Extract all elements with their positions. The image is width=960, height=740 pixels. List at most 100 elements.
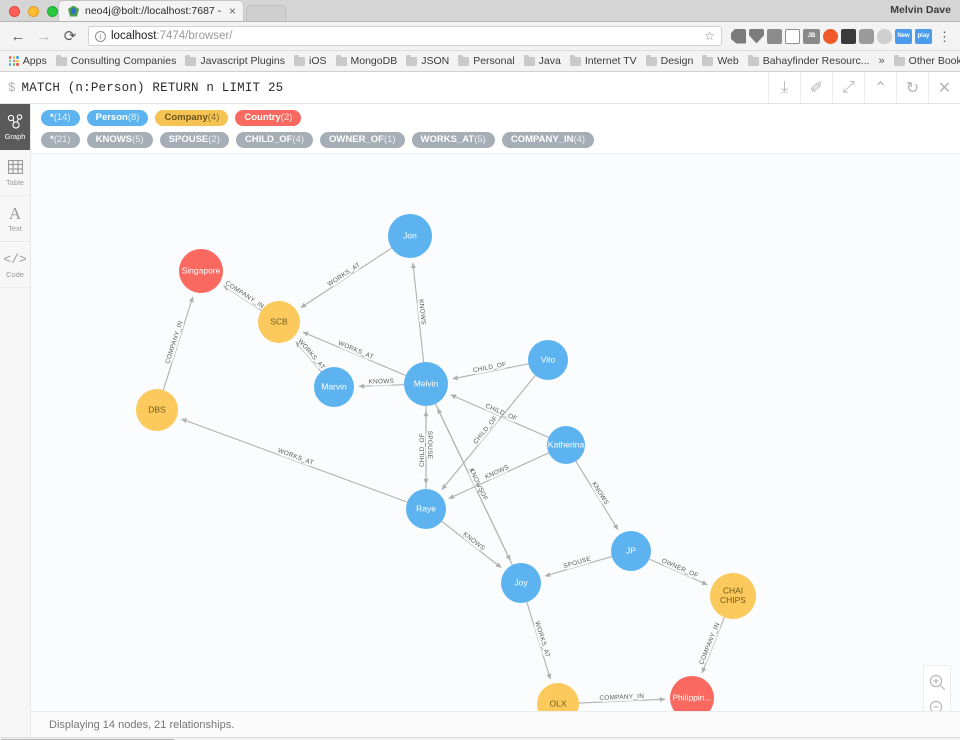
- bookmark-item[interactable]: Java: [520, 54, 565, 68]
- bookmark-label: Design: [660, 55, 694, 67]
- node-label: Vito: [541, 354, 556, 364]
- neo4j-favicon: [68, 6, 79, 17]
- folder-icon: [645, 54, 657, 66]
- graph-canvas-area[interactable]: *(14) Person(8) Company(4) Country(2) *(…: [31, 104, 960, 737]
- bookmark-star-icon[interactable]: ☆: [704, 29, 715, 43]
- bookmark-item[interactable]: Personal: [454, 54, 518, 68]
- bookmark-label: MongoDB: [350, 55, 398, 67]
- view-tab-rail: Graph Table A Text </> Code: [0, 104, 31, 737]
- legend-node-all[interactable]: *(14): [41, 110, 80, 126]
- tab-code[interactable]: </> Code: [0, 242, 30, 288]
- graph-edge[interactable]: [450, 394, 549, 438]
- address-bar[interactable]: i localhost:7474/browser/ ☆: [88, 26, 722, 46]
- legend-count: (14): [53, 112, 71, 123]
- graph-node[interactable]: Melvin: [404, 362, 448, 406]
- bookmark-apps[interactable]: Apps: [5, 54, 51, 68]
- graph-node[interactable]: Jon: [388, 214, 432, 258]
- graph-node[interactable]: JP: [611, 531, 651, 571]
- graph-node[interactable]: Raye: [406, 489, 446, 529]
- tab-graph[interactable]: Graph: [0, 104, 30, 150]
- node-legend-row: *(14) Person(8) Company(4) Country(2): [41, 110, 952, 126]
- graph-node[interactable]: Joy: [501, 563, 541, 603]
- contract-icon[interactable]: ⤢: [832, 72, 864, 103]
- cypher-editor-bar: $ MATCH (n:Person) RETURN n LIMIT 25 ⤓ ✐…: [0, 72, 960, 104]
- bookmark-item[interactable]: Web: [698, 54, 742, 68]
- graph-node[interactable]: DBS: [136, 389, 178, 431]
- bookmarks-overflow-icon[interactable]: »: [875, 55, 889, 67]
- jb-extension-icon[interactable]: JB: [803, 28, 820, 44]
- legend-node-country[interactable]: Country(2): [235, 110, 302, 126]
- legend-rel-child-of[interactable]: CHILD_OF(4): [235, 132, 314, 148]
- node-label: DBS: [148, 404, 166, 414]
- graph-visualization[interactable]: COMPANY_INCOMPANY_INWORKS_ATWORKS_AT WORK…: [31, 104, 960, 737]
- graph-node[interactable]: Singapore: [179, 249, 223, 293]
- cypher-query-text[interactable]: MATCH (n:Person) RETURN n LIMIT 25: [22, 81, 284, 95]
- chevron-up-icon[interactable]: ⌃: [864, 72, 896, 103]
- bookmark-item[interactable]: Bahayfinder Resourc...: [744, 54, 874, 68]
- browser-tab-neo4j[interactable]: neo4j@bolt://localhost:7687 - ×: [58, 0, 244, 21]
- legend-node-company[interactable]: Company(4): [155, 110, 229, 126]
- graph-node[interactable]: CHAICHIPS: [710, 573, 756, 619]
- bookmark-item[interactable]: Internet TV: [566, 54, 641, 68]
- cloud-extension-icon[interactable]: [877, 28, 892, 44]
- shield-extension-icon[interactable]: [749, 28, 764, 44]
- crop-extension-icon[interactable]: [785, 28, 800, 44]
- maximize-window-button[interactable]: [47, 6, 58, 17]
- pin-icon[interactable]: ✐: [800, 72, 832, 103]
- tab-close-icon[interactable]: ×: [229, 5, 236, 17]
- window-traffic-lights[interactable]: [9, 6, 58, 17]
- legend-panel: *(14) Person(8) Company(4) Country(2) *(…: [31, 104, 960, 154]
- chrome-menu-icon[interactable]: ⋮: [935, 30, 954, 43]
- browser-tab-title: neo4j@bolt://localhost:7687 -: [85, 5, 221, 17]
- graph-icon: [7, 113, 24, 130]
- close-icon[interactable]: ✕: [928, 72, 960, 103]
- tab-text-label: Text: [8, 223, 22, 233]
- legend-rel-owner-of[interactable]: OWNER_OF(1): [320, 132, 405, 148]
- legend-rel-all[interactable]: *(21): [41, 132, 80, 148]
- site-info-icon[interactable]: i: [95, 30, 106, 42]
- legend-node-person[interactable]: Person(8): [86, 110, 149, 126]
- note-extension-icon[interactable]: [859, 28, 874, 44]
- legend-rel-spouse[interactable]: SPOUSE(2): [159, 132, 229, 148]
- graph-node[interactable]: Vito: [528, 340, 568, 380]
- table-icon: [7, 159, 23, 176]
- refresh-icon[interactable]: ↻: [896, 72, 928, 103]
- close-window-button[interactable]: [9, 6, 20, 17]
- graph-edge[interactable]: [448, 452, 549, 500]
- bookmark-label: Bahayfinder Resourc...: [762, 55, 870, 67]
- new-tab-button[interactable]: [246, 5, 286, 21]
- reload-button[interactable]: ⟳: [58, 24, 82, 48]
- legend-count: (5): [132, 134, 144, 145]
- legend-rel-knows[interactable]: KNOWS(5): [86, 132, 153, 148]
- graph-node[interactable]: SCB: [258, 301, 300, 343]
- bookmark-item[interactable]: iOS: [290, 54, 331, 68]
- bookmark-item[interactable]: Javascript Plugins: [181, 54, 289, 68]
- window-extension-icon[interactable]: [767, 28, 782, 44]
- zoom-in-button[interactable]: [924, 669, 950, 695]
- react-extension-icon[interactable]: [841, 28, 856, 44]
- lifebuoy-extension-icon[interactable]: [823, 28, 838, 44]
- bookmark-label: Java: [538, 55, 561, 67]
- bookmark-item[interactable]: Consulting Companies: [52, 54, 181, 68]
- bookmark-item[interactable]: Design: [642, 54, 698, 68]
- graph-node[interactable]: Katherina: [547, 426, 585, 464]
- tab-text[interactable]: A Text: [0, 196, 30, 242]
- minimize-window-button[interactable]: [28, 6, 39, 17]
- back-button[interactable]: ←: [6, 24, 30, 48]
- tab-table-label: Table: [6, 177, 24, 187]
- new-extension-icon[interactable]: New: [895, 28, 912, 44]
- node-label: Raye: [416, 503, 436, 513]
- bookmark-item[interactable]: JSON: [402, 54, 453, 68]
- play-extension-icon[interactable]: play: [915, 28, 932, 44]
- graph-node[interactable]: Marvin: [314, 367, 354, 407]
- bookmark-other[interactable]: Other Bookmarks: [890, 54, 960, 68]
- legend-rel-company-in[interactable]: COMPANY_IN(4): [501, 132, 595, 148]
- graph-edge[interactable]: [162, 296, 194, 391]
- evernote-extension-icon[interactable]: [731, 28, 746, 44]
- forward-button[interactable]: →: [32, 24, 56, 48]
- tab-table[interactable]: Table: [0, 150, 30, 196]
- legend-rel-works-at[interactable]: WORKS_AT(5): [411, 132, 495, 148]
- bookmark-item[interactable]: MongoDB: [332, 54, 402, 68]
- download-icon[interactable]: ⤓: [768, 72, 800, 103]
- edge-label: KNOWS: [590, 481, 609, 507]
